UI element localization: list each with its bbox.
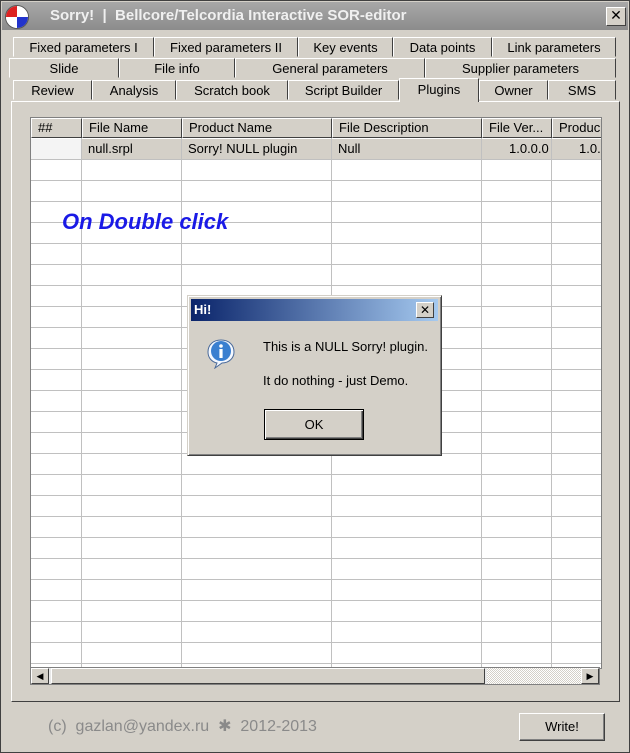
column-header-number[interactable]: ## [31, 118, 82, 138]
column-header-product-name[interactable]: Product Name [182, 118, 332, 138]
dialog-message-line2: It do nothing - just Demo. [263, 373, 409, 388]
scrollbar-track[interactable] [487, 668, 581, 684]
cell-file-description[interactable]: Null [338, 139, 360, 159]
cell-file-version[interactable]: 1.0.0.0 [509, 139, 549, 159]
tab-supplier-parameters[interactable]: Supplier parameters [425, 58, 616, 78]
tab-fixed-parameters-ii[interactable]: Fixed parameters II [154, 37, 298, 57]
column-header-file-name[interactable]: File Name [82, 118, 182, 138]
column-header-file-description[interactable]: File Description [332, 118, 482, 138]
copyright-text: (c) gazlan@yandex.ru ✱ 2012-2013 [48, 718, 317, 735]
cell-product-name[interactable]: Sorry! NULL plugin [188, 139, 297, 159]
tab-link-parameters[interactable]: Link parameters [492, 37, 616, 57]
scrollbar-thumb[interactable] [51, 668, 485, 684]
tab-general-parameters[interactable]: General parameters [235, 58, 425, 78]
tab-scratch-book[interactable]: Scratch book [176, 80, 288, 100]
double-click-annotation: On Double click [62, 209, 229, 234]
info-icon [207, 339, 235, 369]
tab-fixed-parameters-i[interactable]: Fixed parameters I [13, 37, 154, 57]
window-close-button[interactable]: ✕ [606, 7, 626, 26]
column-header-product-version[interactable]: Produc [552, 118, 601, 138]
tab-plugins[interactable]: Plugins [399, 78, 479, 102]
write-button[interactable]: Write! [519, 713, 605, 741]
horizontal-scrollbar[interactable]: ◀ ▶ [30, 667, 600, 685]
row-indicator-cell[interactable] [31, 139, 81, 159]
tab-review[interactable]: Review [13, 80, 92, 100]
tab-owner[interactable]: Owner [479, 80, 548, 100]
tab-data-points[interactable]: Data points [393, 37, 492, 57]
tab-sms[interactable]: SMS [548, 80, 616, 100]
tab-analysis[interactable]: Analysis [92, 80, 176, 100]
scroll-left-arrow-icon[interactable]: ◀ [31, 668, 49, 684]
window-title: Sorry! | Bellcore/Telcordia Interactive … [50, 7, 407, 24]
column-header-file-version[interactable]: File Ver... [482, 118, 552, 138]
scroll-right-arrow-icon[interactable]: ▶ [581, 668, 599, 684]
tab-key-events[interactable]: Key events [298, 37, 393, 57]
dialog-title: Hi! [194, 302, 212, 317]
message-dialog: Hi! ✕ This is a NULL Sorry! plugin. It d… [187, 295, 442, 456]
tab-slide[interactable]: Slide [9, 58, 119, 78]
cell-product-version[interactable]: 1.0. [579, 139, 601, 159]
dialog-close-button[interactable]: ✕ [416, 302, 434, 318]
title-bar[interactable]: Sorry! | Bellcore/Telcordia Interactive … [2, 2, 628, 30]
dialog-title-bar[interactable]: Hi! ✕ [191, 299, 438, 321]
cell-file-name[interactable]: null.srpl [88, 139, 133, 159]
tab-script-builder[interactable]: Script Builder [288, 80, 399, 100]
app-logo-icon[interactable] [5, 5, 29, 29]
tab-file-info[interactable]: File info [119, 58, 235, 78]
ok-button[interactable]: OK [264, 409, 364, 440]
dialog-message-line1: This is a NULL Sorry! plugin. [263, 339, 428, 354]
